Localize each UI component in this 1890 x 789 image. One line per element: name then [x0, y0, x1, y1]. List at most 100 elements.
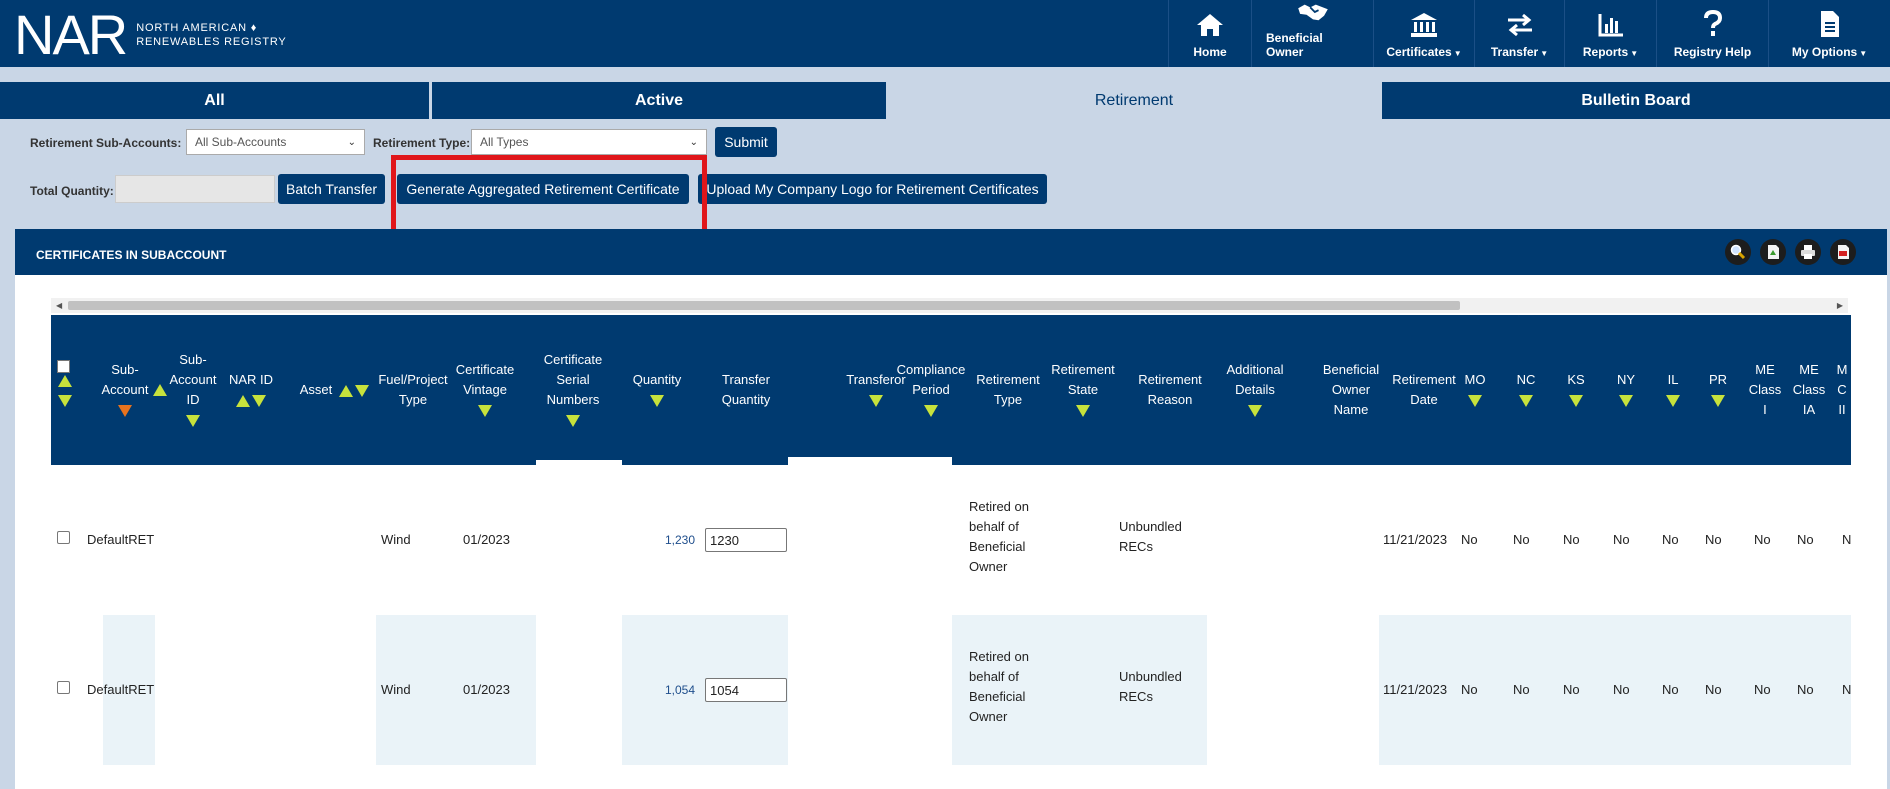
nav-transfer[interactable]: Transfer ▼ [1474, 0, 1564, 67]
sort-desc-active-icon[interactable] [118, 404, 132, 417]
nav-reports[interactable]: Reports ▼ [1564, 0, 1656, 67]
nar-logo[interactable]: NAR NORTH AMERICAN ♦ RENEWABLES REGISTRY [14, 3, 287, 66]
transfer-quantity-input[interactable]: 1054 [705, 678, 787, 702]
col-me-class-ii-label: M C II [1836, 362, 1848, 417]
sort-asc-icon[interactable] [236, 394, 250, 407]
sort-desc-icon[interactable] [478, 404, 492, 417]
sort-desc-icon[interactable] [1076, 404, 1090, 417]
col-nc-label: NC [1516, 372, 1536, 387]
print-icon[interactable] [1795, 239, 1821, 265]
cell-retirement-date: 11/21/2023 [1383, 682, 1448, 697]
col-beneficial-owner-name-label: Beneficial Owner Name [1322, 362, 1380, 417]
submit-button[interactable]: Submit [715, 127, 777, 157]
col-certificate-serial-numbers: Certificate Serial Numbers [531, 315, 615, 465]
row-checkbox[interactable] [57, 681, 70, 694]
export-excel-icon[interactable] [1760, 239, 1786, 265]
retirement-subaccounts-select[interactable]: All Sub-Accounts ⌄ [186, 129, 365, 155]
cell-ks: No [1563, 682, 1580, 697]
col-mo-label: MO [1464, 372, 1486, 387]
col-asset: Asset [289, 315, 381, 465]
sort-asc-icon[interactable] [339, 384, 354, 397]
chevron-down-icon: ▼ [1859, 49, 1868, 58]
select-all-checkbox[interactable] [57, 360, 70, 373]
nav-certificates[interactable]: Certificates ▼ [1373, 0, 1474, 67]
pdf-icon[interactable] [1830, 239, 1856, 265]
col-certificate-vintage-label: Certificate Vintage [455, 362, 515, 397]
retirement-type-select[interactable]: All Types ⌄ [471, 129, 707, 155]
transfer-quantity-input[interactable]: 1230 [705, 528, 787, 552]
tab-active[interactable]: Active [432, 82, 889, 119]
upload-company-logo-button[interactable]: Upload My Company Logo for Retirement Ce… [698, 174, 1047, 204]
sort-desc-icon[interactable] [1519, 394, 1533, 407]
cell-quantity[interactable]: 1,230 [665, 533, 695, 547]
cell-quantity[interactable]: 1,054 [665, 683, 695, 697]
sort-desc-icon[interactable] [186, 414, 200, 427]
nav-home[interactable]: Home [1168, 0, 1251, 67]
sort-desc-icon[interactable] [924, 404, 938, 417]
cell-sub-account: DefaultRET [87, 682, 155, 697]
col-retirement-state-label: Retirement State [1051, 362, 1115, 397]
sort-desc-icon[interactable] [355, 384, 370, 397]
col-certificate-vintage: Certificate Vintage [451, 315, 519, 465]
col-il: IL [1651, 315, 1695, 465]
col-retirement-reason-label: Retirement Reason [1138, 372, 1202, 407]
cell-vintage: 01/2023 [463, 532, 510, 547]
cell-nc: No [1513, 682, 1530, 697]
col-nar-id-label: NAR ID [228, 372, 274, 387]
tab-all[interactable]: All [0, 82, 432, 119]
nav-beneficial-owner[interactable]: Beneficial Owner [1251, 0, 1373, 67]
batch-transfer-button[interactable]: Batch Transfer [278, 174, 385, 204]
col-retirement-reason: Retirement Reason [1123, 315, 1217, 465]
row-checkbox[interactable] [57, 531, 70, 544]
sort-asc-icon[interactable] [58, 375, 72, 387]
horizontal-scrollbar[interactable]: ◀ ▶ [51, 298, 1848, 313]
nav-home-label: Home [1193, 45, 1227, 59]
nav-beneficial-owner-label: Beneficial Owner [1266, 31, 1323, 59]
col-fuel-project-type-label: Fuel/Project Type [378, 372, 448, 407]
sort-desc-icon[interactable] [58, 395, 72, 407]
home-icon [1197, 14, 1223, 36]
nav-my-options[interactable]: My Options ▼ [1768, 0, 1890, 67]
col-me-class-ia: ME Class IA [1789, 315, 1829, 465]
col-retirement-type: Retirement Type [967, 315, 1049, 465]
table-row: DefaultRET Wind 01/2023 1,054 1054 Retir… [51, 615, 1851, 765]
sort-desc-icon[interactable] [566, 414, 580, 427]
sort-desc-icon[interactable] [650, 394, 664, 407]
scroll-right-icon[interactable]: ▶ [1837, 298, 1843, 313]
col-ny-label: NY [1616, 372, 1636, 387]
sort-desc-icon[interactable] [1619, 394, 1633, 407]
sort-desc-icon[interactable] [1666, 394, 1680, 407]
total-quantity-field[interactable] [115, 175, 275, 203]
chevron-down-icon: ▼ [1630, 49, 1639, 58]
sort-desc-icon[interactable] [252, 394, 266, 407]
tab-retirement[interactable]: Retirement [889, 82, 1382, 119]
col-me-class-i: ME Class I [1745, 315, 1785, 465]
cell-me-class-i: No [1754, 532, 1771, 547]
cell-pr: No [1705, 532, 1722, 547]
cell-fuel-type: Wind [381, 532, 411, 547]
col-retirement-date-label: Retirement Date [1392, 372, 1456, 407]
tab-bar: All Active Retirement Bulletin Board [0, 82, 1890, 119]
logo-mark: NAR [14, 3, 128, 66]
scroll-left-icon[interactable]: ◀ [56, 298, 62, 313]
panel-title: CERTIFICATES IN SUBACCOUNT [36, 248, 227, 262]
scrollbar-thumb[interactable] [68, 301, 1460, 310]
sort-desc-icon[interactable] [1248, 404, 1262, 417]
sort-desc-icon[interactable] [1468, 394, 1482, 407]
handshake-icon [1297, 4, 1328, 21]
tab-bulletin-board[interactable]: Bulletin Board [1382, 82, 1890, 119]
sort-desc-icon[interactable] [1711, 394, 1725, 407]
chevron-down-icon: ⌄ [689, 136, 698, 148]
cell-retirement-type: Retired on behalf of Beneficial Owner [969, 649, 1029, 724]
cell-mo: No [1461, 532, 1478, 547]
nav-transfer-text: Transfer [1490, 45, 1539, 59]
magnifier-icon[interactable] [1725, 239, 1751, 265]
retirement-subaccounts-label: Retirement Sub-Accounts: [30, 136, 182, 150]
col-pr-label: PR [1708, 372, 1728, 387]
nav-reports-text: Reports [1582, 45, 1629, 59]
sort-desc-icon[interactable] [1569, 394, 1583, 407]
sort-select-all[interactable] [57, 375, 73, 407]
cell-me-class-ii: N [1842, 532, 1852, 547]
cell-me-class-i: No [1754, 682, 1771, 697]
nav-registry-help[interactable]: Registry Help [1656, 0, 1768, 67]
